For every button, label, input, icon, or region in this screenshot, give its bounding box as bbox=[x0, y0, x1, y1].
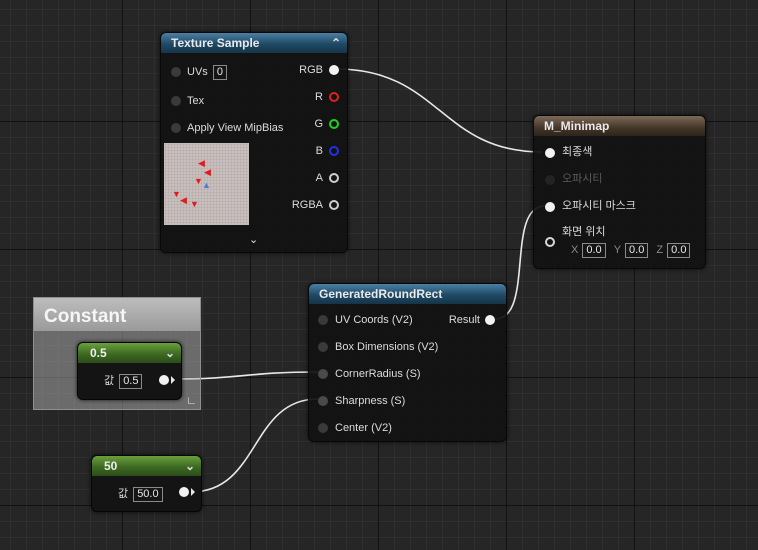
x-label: X bbox=[571, 244, 579, 256]
y-label: Y bbox=[613, 244, 622, 256]
material-result-node[interactable]: M_Minimap 최종색 오파시티 오파시티 마스크 화면 위치 X 0.0 Y… bbox=[533, 115, 706, 269]
constant-0-5-value-field[interactable]: 0.5 bbox=[119, 374, 143, 389]
opacity-label: 오파시티 bbox=[562, 173, 603, 185]
sharpness-input-pin[interactable] bbox=[318, 396, 328, 406]
x-value-field[interactable]: 0.0 bbox=[582, 243, 606, 258]
material-result-title: M_Minimap bbox=[544, 119, 610, 133]
constant-0-5-header[interactable]: 0.5 ⌄ bbox=[78, 343, 181, 363]
r-output-label: R bbox=[315, 91, 323, 103]
rgb-output-label: RGB bbox=[299, 64, 323, 76]
constant-50-value-field[interactable]: 50.0 bbox=[133, 487, 163, 502]
rgb-output-pin[interactable] bbox=[329, 65, 339, 75]
y-value-field[interactable]: 0.0 bbox=[625, 243, 649, 258]
output-arrow-icon bbox=[171, 376, 175, 384]
material-result-header[interactable]: M_Minimap bbox=[534, 116, 705, 136]
box-dimensions-label: Box Dimensions (V2) bbox=[335, 341, 439, 353]
uv-coords-label: UV Coords (V2) bbox=[335, 314, 413, 326]
constant-50-title: 50 bbox=[104, 459, 118, 473]
constant-50-output-pin[interactable] bbox=[179, 487, 189, 497]
sharpness-label: Sharpness (S) bbox=[335, 395, 406, 407]
constant-0-5-value-row: 값 0.5 bbox=[104, 373, 143, 389]
screen-position-input-pin[interactable] bbox=[545, 237, 555, 247]
chevron-up-icon[interactable]: ⌃ bbox=[331, 33, 341, 53]
b-output-pin[interactable] bbox=[329, 146, 339, 156]
uv-coords-input-pin[interactable] bbox=[318, 315, 328, 325]
mipbias-label: Apply View MipBias bbox=[187, 122, 284, 134]
preview-arrow-marker-icon: ◀ bbox=[180, 195, 187, 205]
screen-position-xyz: X 0.0 Y 0.0 Z 0.0 bbox=[571, 242, 691, 258]
center-input-pin[interactable] bbox=[318, 423, 328, 433]
uvs-input-row: UVs 0 bbox=[187, 64, 227, 80]
box-dimensions-input-pin[interactable] bbox=[318, 342, 328, 352]
opacity-mask-label: 오파시티 마스크 bbox=[562, 200, 636, 212]
uvs-input-pin[interactable] bbox=[171, 67, 181, 77]
rgba-output-label: RGBA bbox=[291, 199, 323, 211]
opacity-mask-input-pin[interactable] bbox=[545, 202, 555, 212]
preview-arrow-marker-icon: ▼ bbox=[190, 199, 199, 209]
result-output-pin[interactable] bbox=[485, 315, 495, 325]
resize-grip-icon[interactable]: ∟ bbox=[186, 395, 197, 407]
a-output-pin[interactable] bbox=[329, 173, 339, 183]
tex-label: Tex bbox=[187, 95, 205, 107]
generated-round-rect-node[interactable]: GeneratedRoundRect UV Coords (V2) Box Di… bbox=[308, 283, 507, 442]
screen-position-label: 화면 위치 bbox=[562, 226, 606, 238]
comment-title: Constant bbox=[34, 298, 200, 331]
texture-sample-title: Texture Sample bbox=[171, 36, 260, 50]
final-color-label: 최종색 bbox=[562, 146, 593, 158]
chevron-down-icon[interactable]: ⌄ bbox=[185, 456, 195, 476]
mipbias-input-pin[interactable] bbox=[171, 123, 181, 133]
rgba-output-pin[interactable] bbox=[329, 200, 339, 210]
constant-50-value-row: 값 50.0 bbox=[118, 486, 163, 502]
texture-sample-node[interactable]: Texture Sample ⌃ UVs 0 Tex Apply View Mi… bbox=[160, 32, 348, 253]
final-color-input-pin[interactable] bbox=[545, 148, 555, 158]
texture-sample-header[interactable]: Texture Sample ⌃ bbox=[161, 33, 347, 53]
preview-arrow-marker-icon: ▲ bbox=[202, 180, 211, 190]
z-label: Z bbox=[656, 244, 664, 256]
chevron-down-icon[interactable]: ⌄ bbox=[165, 343, 175, 363]
constant-50-header[interactable]: 50 ⌄ bbox=[92, 456, 201, 476]
g-output-pin[interactable] bbox=[329, 119, 339, 129]
corner-radius-input-pin[interactable] bbox=[318, 369, 328, 379]
z-value-field[interactable]: 0.0 bbox=[667, 243, 691, 258]
uvs-label: UVs bbox=[187, 66, 208, 78]
constant-node-50[interactable]: 50 ⌄ 값 50.0 bbox=[91, 455, 202, 512]
a-output-label: A bbox=[315, 172, 323, 184]
texture-preview-image: ◀ ◀ ▼ ▲ ▼ ◀ ▼ bbox=[164, 143, 249, 225]
corner-radius-label: CornerRadius (S) bbox=[335, 368, 421, 380]
value-label: 값 bbox=[104, 375, 115, 387]
b-output-label: B bbox=[315, 145, 323, 157]
r-output-pin[interactable] bbox=[329, 92, 339, 102]
chevron-down-icon[interactable]: ⌄ bbox=[249, 233, 258, 246]
result-output-label: Result bbox=[448, 314, 480, 326]
tex-input-pin[interactable] bbox=[171, 96, 181, 106]
generated-round-rect-title: GeneratedRoundRect bbox=[319, 287, 443, 301]
wire-rgb-to-final-color bbox=[335, 68, 543, 153]
preview-arrow-marker-icon: ◀ bbox=[204, 167, 211, 177]
output-arrow-icon bbox=[191, 488, 195, 496]
uvs-value-field[interactable]: 0 bbox=[212, 65, 227, 80]
opacity-input-pin[interactable] bbox=[545, 175, 555, 185]
value-label: 값 bbox=[118, 488, 129, 500]
constant-0-5-title: 0.5 bbox=[90, 346, 107, 360]
generated-round-rect-header[interactable]: GeneratedRoundRect bbox=[309, 284, 506, 304]
center-label: Center (V2) bbox=[335, 422, 392, 434]
wire-constant-to-sharpness bbox=[190, 398, 319, 493]
constant-node-0-5[interactable]: 0.5 ⌄ 값 0.5 bbox=[77, 342, 182, 400]
constant-0-5-output-pin[interactable] bbox=[159, 375, 169, 385]
g-output-label: G bbox=[314, 118, 323, 130]
